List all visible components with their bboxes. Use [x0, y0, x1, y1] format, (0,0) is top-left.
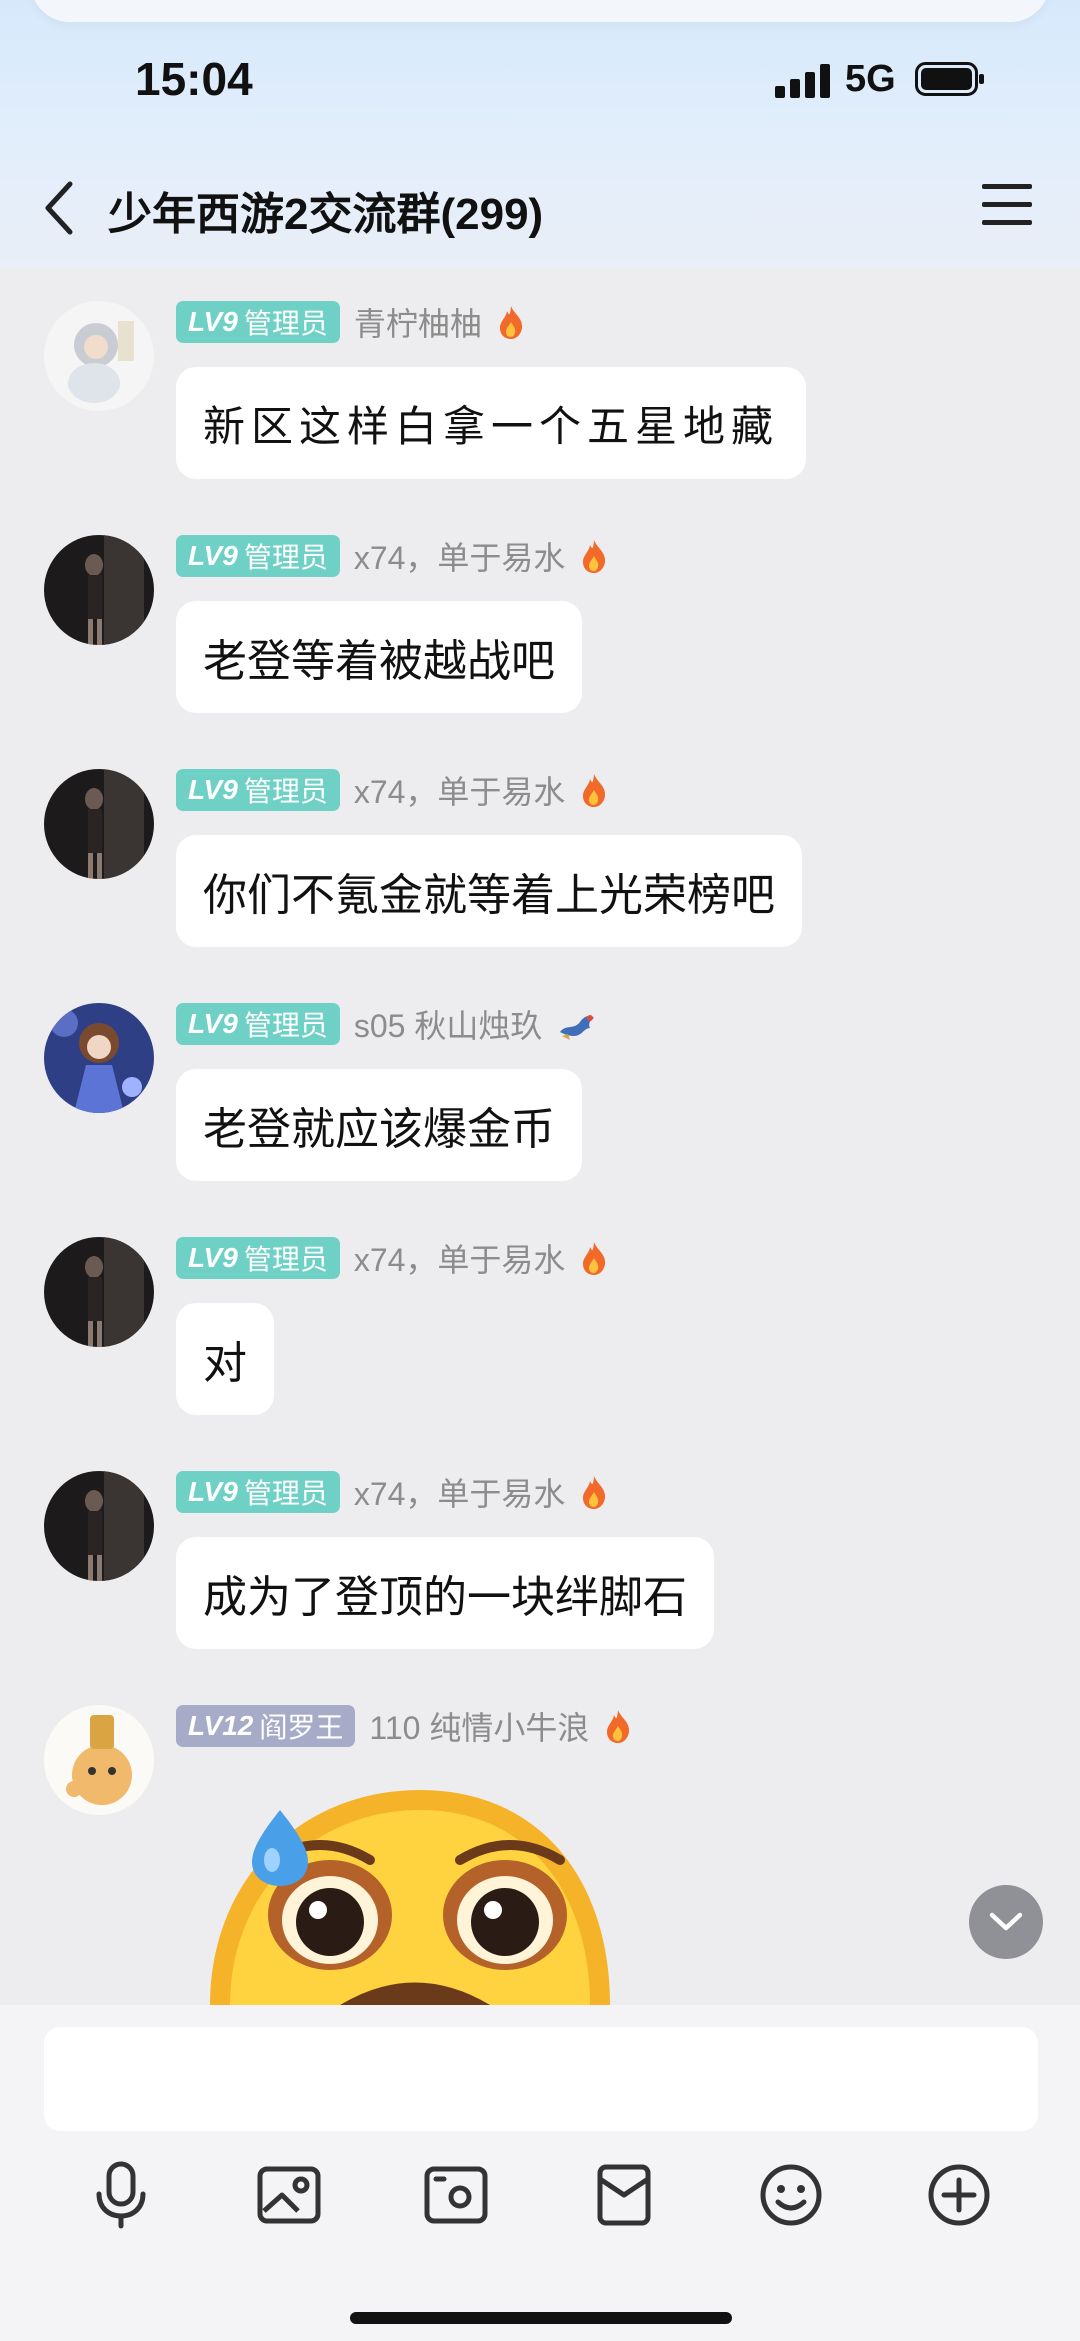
fire-icon [583, 1242, 606, 1275]
dragon-icon [560, 1015, 595, 1040]
sender-name[interactable]: x74，单于易水 [354, 533, 566, 579]
level-badge: LV9 管理员 [176, 1003, 340, 1045]
avatar[interactable] [44, 1003, 154, 1113]
sender-name[interactable]: x74，单于易水 [354, 767, 566, 813]
status-time: 15:04 [135, 53, 253, 105]
message-input[interactable] [44, 2027, 1038, 2131]
menu-button[interactable] [982, 184, 1032, 230]
emoji-button[interactable] [751, 2155, 831, 2235]
chevron-down-icon [989, 1912, 1023, 1931]
fire-icon [607, 1710, 630, 1743]
fire-icon [583, 540, 606, 573]
message-bubble[interactable]: 对 [176, 1303, 274, 1415]
camera-button[interactable] [416, 2155, 496, 2235]
sender-name[interactable]: x74，单于易水 [354, 1469, 566, 1515]
avatar[interactable] [44, 535, 154, 645]
back-button[interactable] [40, 178, 80, 238]
emoji-icon [760, 2164, 822, 2226]
battery-icon [915, 62, 984, 96]
home-indicator[interactable] [350, 2312, 732, 2324]
avatar[interactable] [44, 301, 154, 411]
fire-icon [583, 774, 606, 807]
message-bubble[interactable]: 成为了登顶的一块绊脚石 [176, 1537, 714, 1649]
avatar[interactable] [44, 1237, 154, 1347]
sender-name[interactable]: s05 秋山烛玖 [354, 1001, 543, 1047]
message-bubble[interactable]: 老登就应该爆金币 [176, 1069, 582, 1181]
voice-button[interactable] [81, 2155, 161, 2235]
album-button[interactable] [249, 2155, 329, 2235]
fire-icon [583, 1476, 606, 1509]
avatar[interactable] [44, 1705, 154, 1815]
plus-icon [928, 2164, 990, 2226]
header-bar: 15:04 5G 少年西游2交流群(299) [0, 0, 1080, 268]
scroll-to-bottom-button[interactable] [969, 1885, 1043, 1959]
fire-icon [499, 306, 522, 339]
message-bubble[interactable]: 你们不氪金就等着上光荣榜吧 [176, 835, 802, 947]
composer-bar [0, 2005, 1080, 2341]
red-packet-button[interactable] [584, 2155, 664, 2235]
menu-icon [982, 184, 1032, 189]
sender-name[interactable]: 青柠柚柚 [354, 299, 482, 345]
image-icon [257, 2166, 321, 2224]
notification-strip [30, 0, 1050, 22]
message-bubble[interactable]: 老登等着被越战吧 [176, 601, 582, 713]
network-type: 5G [845, 58, 896, 100]
level-badge: LV9 管理员 [176, 1237, 340, 1279]
chat-title[interactable]: 少年西游2交流群(299) [108, 178, 543, 242]
level-badge: LV9 管理员 [176, 301, 340, 343]
sender-name[interactable]: 110 纯情小牛浪 [369, 1703, 589, 1749]
camera-icon [424, 2166, 488, 2224]
red-packet-icon [597, 2164, 651, 2226]
message-bubble[interactable]: 新区这样白拿一个五星地藏 [176, 367, 807, 479]
avatar[interactable] [44, 769, 154, 879]
sticker-image[interactable] [190, 1790, 630, 2005]
level-badge: LV9 管理员 [176, 535, 340, 577]
signal-icon [775, 64, 831, 98]
microphone-icon [96, 2161, 146, 2229]
level-badge: LV12 阎罗王 [176, 1705, 356, 1747]
more-button[interactable] [919, 2155, 999, 2235]
avatar[interactable] [44, 1471, 154, 1581]
level-badge: LV9 管理员 [176, 769, 340, 811]
sender-name[interactable]: x74，单于易水 [354, 1235, 566, 1281]
level-badge: LV9 管理员 [176, 1471, 340, 1513]
